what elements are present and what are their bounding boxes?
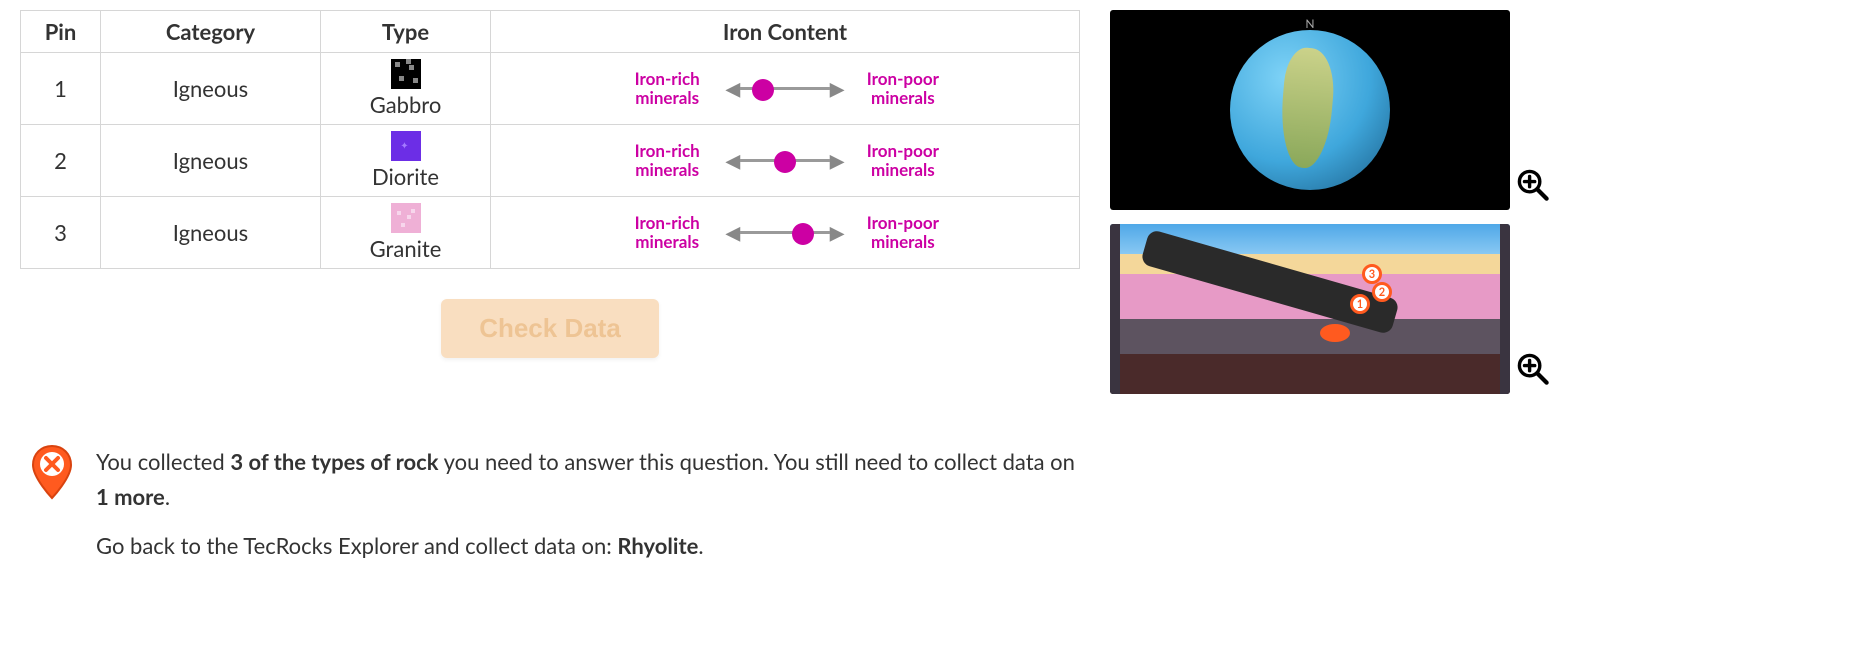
pin-cell: 1 bbox=[21, 53, 101, 125]
slider-arrow-left-icon: ◀ bbox=[726, 223, 740, 243]
left-column: Pin Category Type Iron Content 1Igneous G… bbox=[20, 10, 1080, 394]
slider-arrow-right-icon: ▶ bbox=[830, 79, 844, 99]
type-cell: Granite bbox=[321, 197, 491, 269]
rock-swatch-icon bbox=[391, 131, 421, 161]
slider-handle[interactable] bbox=[792, 223, 814, 245]
type-cell: Gabbro bbox=[321, 53, 491, 125]
type-label: Gabbro bbox=[370, 91, 442, 118]
slider-track bbox=[740, 231, 830, 234]
rock-data-table: Pin Category Type Iron Content 1Igneous G… bbox=[20, 10, 1080, 269]
slider-track bbox=[740, 159, 830, 162]
pin-cell: 2 bbox=[21, 125, 101, 197]
type-cell: Diorite bbox=[321, 125, 491, 197]
pin-cell: 3 bbox=[21, 197, 101, 269]
cross-section-pin-3: 3 bbox=[1362, 264, 1382, 284]
rock-swatch-icon bbox=[391, 203, 421, 233]
table-row: 3IgneousGraniteIron-richminerals◀▶Iron-p… bbox=[21, 197, 1080, 269]
check-data-button[interactable]: Check Data bbox=[441, 299, 659, 358]
header-type: Type bbox=[321, 11, 491, 53]
category-cell: Igneous bbox=[101, 197, 321, 269]
slider-arrow-left-icon: ◀ bbox=[726, 79, 740, 99]
type-label: Granite bbox=[370, 235, 442, 262]
iron-content-slider[interactable]: ◀▶ bbox=[726, 79, 844, 99]
slider-handle[interactable] bbox=[774, 151, 796, 173]
error-map-pin-icon bbox=[30, 444, 74, 500]
table-row: 2IgneousDioriteIron-richminerals◀▶Iron-p… bbox=[21, 125, 1080, 197]
header-iron-content: Iron Content bbox=[491, 11, 1080, 53]
slider-arrow-left-icon: ◀ bbox=[726, 151, 740, 171]
iron-poor-label: Iron-poorminerals bbox=[858, 214, 948, 251]
header-category: Category bbox=[101, 11, 321, 53]
header-pin: Pin bbox=[21, 11, 101, 53]
feedback-text: You collected 3 of the types of rock you… bbox=[96, 444, 1090, 578]
table-header-row: Pin Category Type Iron Content bbox=[21, 11, 1080, 53]
slider-track bbox=[740, 87, 830, 90]
iron-rich-label: Iron-richminerals bbox=[622, 214, 712, 251]
rock-swatch-icon bbox=[391, 59, 421, 89]
iron-poor-label: Iron-poorminerals bbox=[858, 142, 948, 179]
iron-content-slider[interactable]: ◀▶ bbox=[726, 223, 844, 243]
zoom-in-button[interactable] bbox=[1516, 352, 1550, 386]
magnify-plus-icon bbox=[1516, 168, 1550, 202]
iron-content-cell: Iron-richminerals◀▶Iron-poorminerals bbox=[491, 125, 1080, 197]
iron-content-cell: Iron-richminerals◀▶Iron-poorminerals bbox=[491, 197, 1080, 269]
feedback-line-2: Go back to the TecRocks Explorer and col… bbox=[96, 528, 1090, 563]
cross-section-graphic: 1 2 3 bbox=[1110, 224, 1510, 394]
globe-thumbnail-wrap: N bbox=[1110, 10, 1510, 210]
globe-thumbnail[interactable]: N bbox=[1110, 10, 1510, 210]
right-column: N bbox=[1110, 10, 1510, 394]
slider-arrow-right-icon: ▶ bbox=[830, 151, 844, 171]
iron-rich-label: Iron-richminerals bbox=[622, 142, 712, 179]
feedback-line-1: You collected 3 of the types of rock you… bbox=[96, 444, 1090, 514]
main-layout: Pin Category Type Iron Content 1IgneousG… bbox=[20, 10, 1834, 394]
globe-icon bbox=[1230, 30, 1390, 190]
feedback-region: You collected 3 of the types of rock you… bbox=[30, 444, 1090, 578]
cross-section-thumbnail[interactable]: 1 2 3 bbox=[1110, 224, 1510, 394]
slider-arrow-right-icon: ▶ bbox=[830, 223, 844, 243]
continent-shape bbox=[1277, 46, 1337, 170]
category-cell: Igneous bbox=[101, 125, 321, 197]
cross-section-pin-2: 2 bbox=[1372, 282, 1392, 302]
iron-content-slider[interactable]: ◀▶ bbox=[726, 151, 844, 171]
iron-rich-label: Iron-richminerals bbox=[622, 70, 712, 107]
feedback-icon-wrap bbox=[30, 444, 78, 578]
iron-poor-label: Iron-poorminerals bbox=[858, 70, 948, 107]
cross-section-thumbnail-wrap: 1 2 3 bbox=[1110, 224, 1510, 394]
type-label: Diorite bbox=[372, 163, 439, 190]
slider-handle[interactable] bbox=[752, 79, 774, 101]
zoom-in-button[interactable] bbox=[1516, 168, 1550, 202]
table-row: 1IgneousGabbroIron-richminerals◀▶Iron-po… bbox=[21, 53, 1080, 125]
cross-section-pin-1: 1 bbox=[1350, 294, 1370, 314]
iron-content-cell: Iron-richminerals◀▶Iron-poorminerals bbox=[491, 53, 1080, 125]
compass-north-label: N bbox=[1305, 16, 1314, 31]
category-cell: Igneous bbox=[101, 53, 321, 125]
magnify-plus-icon bbox=[1516, 352, 1550, 386]
